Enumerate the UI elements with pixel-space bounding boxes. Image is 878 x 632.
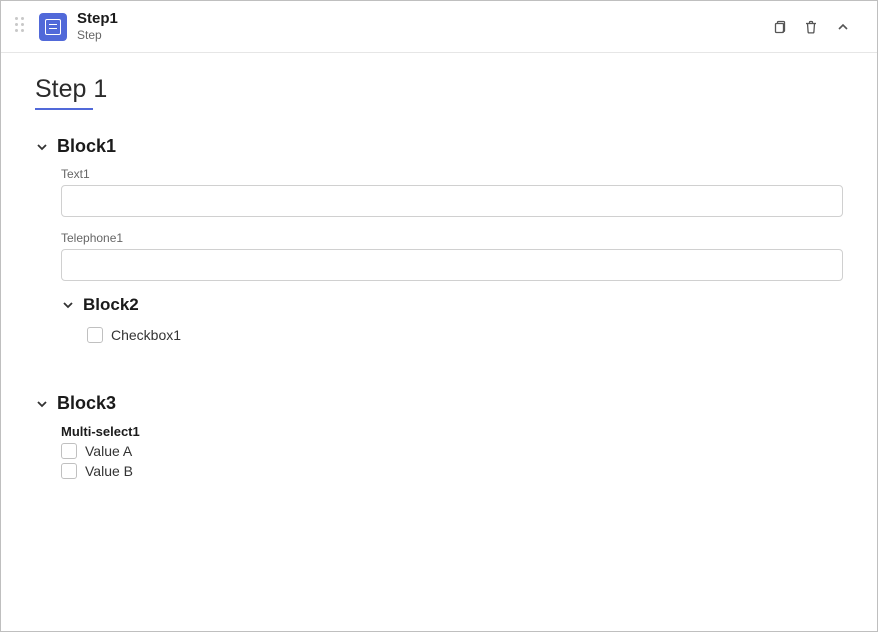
copy-button[interactable]	[763, 11, 795, 43]
checkbox1-label: Checkbox1	[111, 327, 181, 343]
chevron-down-icon	[61, 298, 75, 312]
block3-header[interactable]: Block3	[35, 393, 843, 414]
header-subtitle: Step	[77, 28, 118, 42]
block2-title: Block2	[83, 295, 139, 315]
block-block2: Block2 Checkbox1	[61, 295, 843, 343]
field-text1: Text1	[61, 167, 843, 217]
block3-content: Multi-select1 Value A Value B	[35, 424, 843, 479]
chevron-down-icon	[35, 140, 49, 154]
block-block3: Block3 Multi-select1 Value A Value B	[35, 393, 843, 479]
panel-body: Step 1 Block1 Text1 Telephone1	[1, 53, 877, 631]
field-telephone1: Telephone1	[61, 231, 843, 281]
telephone1-label: Telephone1	[61, 231, 843, 245]
block2-content: Checkbox1	[61, 327, 843, 343]
block1-title: Block1	[57, 136, 116, 157]
block1-header[interactable]: Block1	[35, 136, 843, 157]
block3-title: Block3	[57, 393, 116, 414]
block2-header[interactable]: Block2	[61, 295, 843, 315]
header-title: Step1	[77, 10, 118, 28]
chevron-up-icon	[835, 19, 851, 35]
option-a-label: Value A	[85, 443, 132, 459]
checkbox1-row: Checkbox1	[87, 327, 843, 343]
page-title: Step 1	[35, 75, 107, 104]
multiselect1-option-b: Value B	[61, 463, 843, 479]
panel: Step1 Step Step 1	[0, 0, 878, 632]
header-text: Step1 Step	[77, 10, 118, 42]
multiselect1-option-a: Value A	[61, 443, 843, 459]
delete-button[interactable]	[795, 11, 827, 43]
chevron-down-icon	[35, 397, 49, 411]
option-b-checkbox[interactable]	[61, 463, 77, 479]
panel-header: Step1 Step	[1, 1, 877, 53]
drag-handle-icon[interactable]	[15, 17, 29, 37]
text1-input[interactable]	[61, 185, 843, 217]
option-a-checkbox[interactable]	[61, 443, 77, 459]
block1-content: Text1 Telephone1 Block2	[35, 167, 843, 343]
text1-label: Text1	[61, 167, 843, 181]
step-icon	[39, 13, 67, 41]
collapse-button[interactable]	[827, 11, 859, 43]
page-title-underline	[35, 108, 93, 110]
telephone1-input[interactable]	[61, 249, 843, 281]
multiselect1-label: Multi-select1	[61, 424, 843, 439]
trash-icon	[803, 19, 819, 35]
block-block1: Block1 Text1 Telephone1 B	[35, 136, 843, 343]
checkbox1[interactable]	[87, 327, 103, 343]
option-b-label: Value B	[85, 463, 133, 479]
copy-icon	[771, 19, 787, 35]
